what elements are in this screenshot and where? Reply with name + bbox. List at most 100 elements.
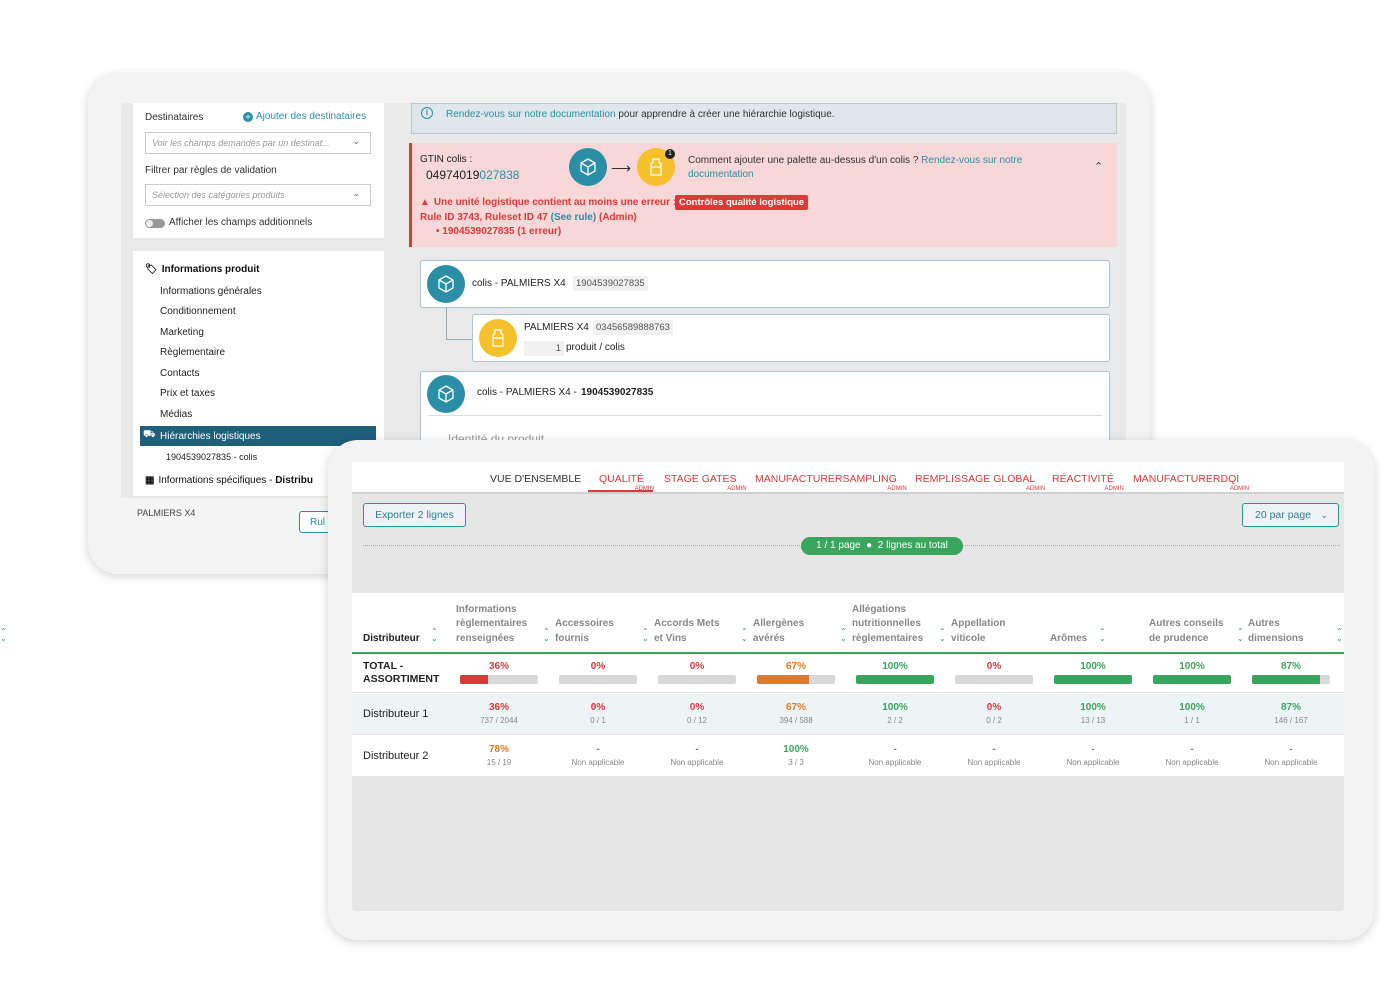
total-percentage: 0%: [986, 661, 1002, 672]
destinataires-label: Destinataires: [145, 112, 204, 123]
column-header[interactable]: Arômes: [1050, 632, 1087, 647]
gtin-label: GTIN colis :: [420, 154, 473, 165]
arrow-right-icon: ⟶: [611, 160, 632, 176]
total-percentage: 100%: [882, 661, 908, 672]
table-row[interactable]: [352, 736, 1344, 777]
categories-select[interactable]: Sélection des catégories produits ⌄: [145, 184, 371, 206]
tab-manufacturersampling[interactable]: MANUFACTURERSAMPLING ADMIN: [755, 473, 907, 492]
cell-percentage: 100%: [1080, 702, 1106, 713]
tab-r-activit-[interactable]: RÉACTIVITÉ ADMIN: [1052, 473, 1124, 492]
tab-vue-d-ensemble[interactable]: VUE D'ENSEMBLE: [490, 473, 581, 485]
quality-controls-tag[interactable]: Contrôles qualité logistique: [675, 195, 809, 210]
bottle-icon: [479, 319, 517, 357]
cell-percentage: 100%: [882, 702, 908, 713]
add-destinataires-link[interactable]: + Ajouter des destinataires: [243, 111, 366, 122]
nav-item-marketing[interactable]: Marketing: [160, 327, 204, 338]
error-message: ▲ Une unité logistique contient au moins …: [420, 197, 676, 208]
card2-title: PALMIERS X4: [524, 322, 589, 333]
additional-fields-toggle[interactable]: [145, 219, 165, 228]
nav-item-informations-g-n-rales[interactable]: Informations générales: [160, 286, 262, 297]
cell-percentage: 100%: [783, 744, 809, 755]
column-header-distributeur[interactable]: Distributeur: [363, 632, 420, 647]
nav-item-prix-et-taxes[interactable]: Prix et taxes: [160, 388, 215, 399]
card1-code: 1904539027835: [573, 276, 648, 291]
nav-item-hierarchies[interactable]: ⛟ Hiérarchies logistiques: [140, 426, 376, 446]
sort-icon[interactable]: ⌃ ⌄: [543, 628, 550, 643]
cell-ratio: 0 / 12: [686, 716, 707, 725]
sort-icon[interactable]: ⌃ ⌄: [939, 628, 946, 643]
nav-item-conditionnement[interactable]: Conditionnement: [160, 306, 236, 317]
cell-ratio: Non applicable: [1066, 758, 1120, 767]
progress-bar: [856, 675, 934, 684]
collapse-chevron-up-icon[interactable]: ⌃: [1094, 160, 1103, 173]
nav-item-specific[interactable]: ▦ Informations spécifiques - Distribu: [145, 475, 329, 486]
tab-remplissage-global[interactable]: REMPLISSAGE GLOBAL ADMIN: [915, 473, 1045, 492]
column-header[interactable]: Autres dimensions: [1248, 617, 1304, 646]
sort-icon[interactable]: ⌃ ⌄: [0, 628, 7, 643]
progress-fill: [460, 675, 489, 684]
total-percentage: 0%: [689, 661, 705, 672]
help-question: Comment ajouter une palette au-dessus d'…: [688, 155, 922, 166]
cell-ratio: Non applicable: [1165, 758, 1219, 767]
cell-percentage: 0%: [590, 702, 606, 713]
per-page-select[interactable]: 20 par page ⌄: [1242, 503, 1339, 527]
sort-icon[interactable]: ⌃ ⌄: [642, 628, 649, 643]
column-header[interactable]: Accords Mets et Vins: [654, 617, 720, 646]
cell-percentage: 87%: [1280, 702, 1301, 713]
tab-manufacturerdqi[interactable]: MANUFACTURERDQI ADMIN: [1133, 473, 1249, 492]
sort-icon[interactable]: ⌃ ⌄: [1099, 628, 1106, 643]
categories-select-placeholder: Sélection des catégories produits: [152, 190, 285, 200]
table-header-line: [352, 652, 1344, 654]
table-row[interactable]: [352, 694, 1344, 735]
sort-icon[interactable]: ⌃ ⌄: [741, 628, 748, 643]
warning-icon: ▲: [420, 197, 430, 208]
destinataire-select[interactable]: Voir les champs demandés par un destinat…: [145, 132, 371, 154]
see-rule-link[interactable]: (See rule): [551, 212, 597, 223]
error-rule: Rule ID 3743, Ruleset ID 47 (See rule) (…: [420, 212, 637, 223]
cell-ratio: 13 / 13: [1080, 716, 1106, 725]
bottom-product-name: PALMIERS X4: [137, 508, 196, 518]
total-percentage: 0%: [590, 661, 606, 672]
active-tab-indicator: [588, 490, 653, 492]
card3-divider: [428, 415, 1102, 416]
column-header[interactable]: Accessoires fournis: [555, 617, 614, 646]
progress-fill: [856, 675, 934, 684]
tab-stage-gates[interactable]: STAGE GATES ADMIN: [664, 473, 747, 492]
sort-icon[interactable]: ⌃ ⌄: [431, 628, 438, 643]
column-header[interactable]: Appellation viticole: [951, 617, 1005, 646]
cell-ratio: Non applicable: [967, 758, 1021, 767]
export-button[interactable]: Exporter 2 lignes: [363, 503, 466, 527]
sort-icon[interactable]: ⌃ ⌄: [1237, 628, 1244, 643]
gtin-value-blue: 027838: [479, 168, 520, 182]
column-header[interactable]: Informations règlementaires renseignées: [456, 603, 527, 647]
tab-qualit-[interactable]: QUALITÉ ADMIN: [599, 473, 654, 492]
sort-icon[interactable]: ⌃ ⌄: [1336, 628, 1343, 643]
nav-sub-item[interactable]: 1904539027835 - colis: [166, 452, 257, 462]
column-header[interactable]: Allégations nutritionnelles règlementaires: [852, 603, 923, 647]
nav-item-contacts[interactable]: Contacts: [160, 368, 199, 379]
nav-head-product-info[interactable]: 🏷 Informations produit: [145, 264, 259, 275]
cell-percentage: 0%: [986, 702, 1002, 713]
gtin-value: 04974019027838: [426, 168, 519, 182]
plus-icon: +: [243, 112, 253, 122]
box-icon: [427, 265, 465, 303]
error-admin-link[interactable]: (Admin): [599, 212, 637, 223]
column-header[interactable]: Allergènes avérés: [753, 617, 804, 646]
nav-item-r-glementaire[interactable]: Règlementaire: [160, 347, 225, 358]
progress-bar: [460, 675, 538, 684]
nav-item-m-dias[interactable]: Médias: [160, 409, 192, 420]
column-header[interactable]: Autres conseils de prudence: [1149, 617, 1223, 646]
card2-quantity[interactable]: 1: [524, 341, 564, 356]
cell-percentage: -: [992, 744, 996, 755]
sort-icon[interactable]: ⌃ ⌄: [840, 628, 847, 643]
cell-ratio: 1 / 1: [1184, 716, 1200, 725]
tab-admin-badge: ADMIN: [887, 486, 907, 492]
progress-fill: [1054, 675, 1132, 684]
chevron-down-icon: ⌄: [1320, 510, 1328, 520]
progress-bar: [1153, 675, 1231, 684]
cell-percentage: 67%: [785, 702, 806, 713]
cell-percentage: 36%: [488, 702, 509, 713]
pagination-total: 2 lignes au total: [877, 540, 948, 551]
cell-ratio: Non applicable: [1264, 758, 1318, 767]
doc-link[interactable]: Rendez-vous sur notre documentation: [446, 109, 616, 120]
